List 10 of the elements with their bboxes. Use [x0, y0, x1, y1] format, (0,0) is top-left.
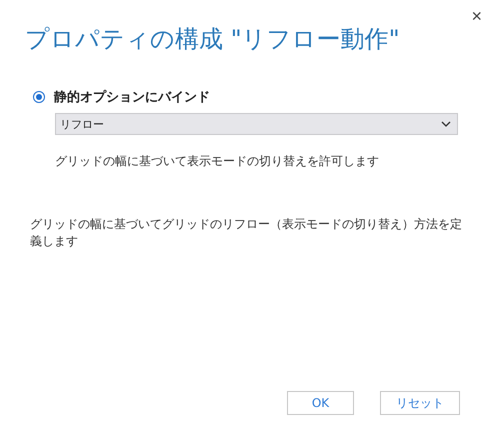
radio-button[interactable]	[33, 91, 45, 103]
reflow-dropdown[interactable]: リフロー	[55, 113, 458, 135]
dialog-button[interactable]: リセット	[380, 391, 460, 415]
dialog-button[interactable]: OK	[287, 391, 354, 415]
dialog-title: プロパティの構成 "リフロー動作"	[25, 24, 401, 55]
option-description: グリッドの幅に基づいて表示モードの切り替えを許可します	[55, 153, 380, 170]
help-text: グリッドの幅に基づいてグリッドのリフロー（表示モードの切り替え）方法を定義します	[30, 216, 463, 250]
chevron-down-icon	[441, 121, 451, 127]
close-button[interactable]: ×	[467, 6, 486, 26]
option-label: 静的オプションにバインド	[54, 88, 210, 106]
